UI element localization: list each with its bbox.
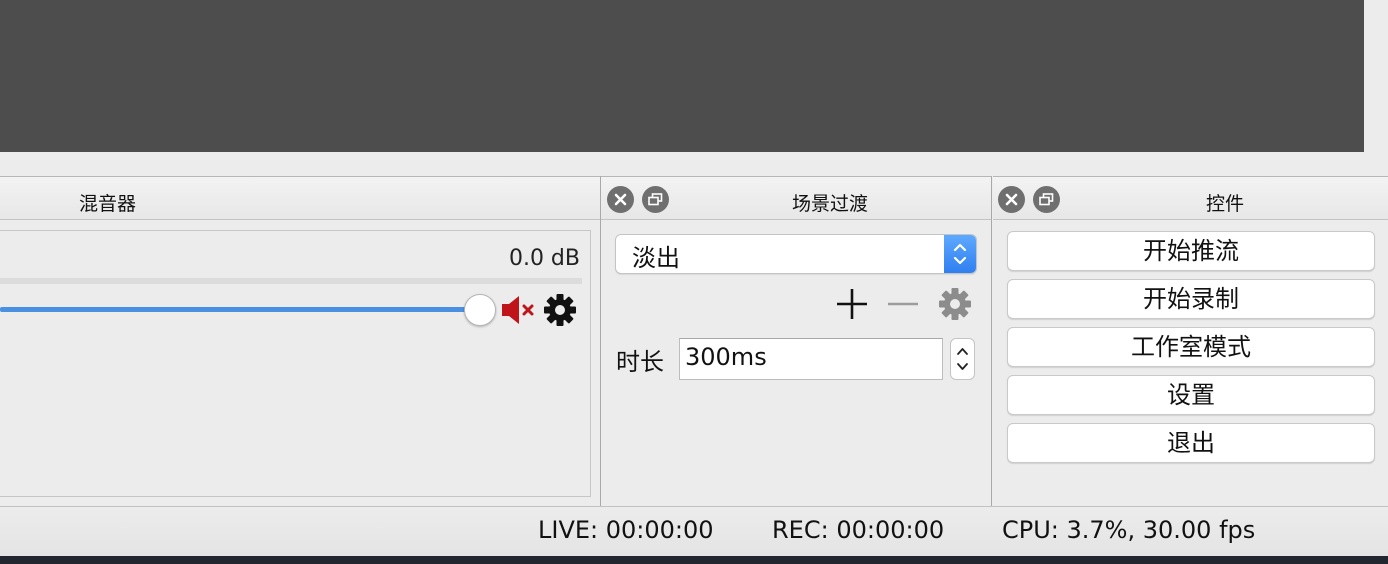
- close-icon[interactable]: [607, 186, 634, 213]
- transition-select-value: 淡出: [632, 244, 680, 272]
- preview-canvas: [0, 0, 1364, 152]
- settings-button[interactable]: 设置: [1007, 375, 1375, 415]
- mixer-dock-header: 混音器: [0, 176, 600, 220]
- volume-slider-track[interactable]: [0, 307, 482, 312]
- volume-db-readout: 0.0 dB: [508, 246, 580, 271]
- dock-divider: [600, 176, 601, 506]
- gear-icon[interactable]: [937, 286, 973, 322]
- start-recording-button[interactable]: 开始录制: [1007, 279, 1375, 319]
- window-bottom-edge: [0, 556, 1388, 564]
- mixer-title: 混音器: [79, 193, 137, 215]
- audio-level-meter: [0, 278, 582, 284]
- preview-margin: [1364, 0, 1388, 176]
- minus-icon[interactable]: [886, 287, 920, 321]
- chevron-updown-icon[interactable]: [944, 235, 976, 273]
- mixer-channel: [0, 230, 591, 497]
- cpu-status: CPU: 3.7%, 30.00 fps: [1002, 516, 1256, 544]
- controls-dock-header: 控件: [993, 176, 1388, 220]
- volume-slider-handle[interactable]: [464, 294, 496, 326]
- float-icon[interactable]: [642, 186, 669, 213]
- transitions-dock-header: 场景过渡: [601, 176, 991, 220]
- duration-label: 时长: [616, 348, 664, 376]
- exit-button[interactable]: 退出: [1007, 423, 1375, 463]
- float-icon[interactable]: [1033, 186, 1060, 213]
- start-streaming-button[interactable]: 开始推流: [1007, 231, 1375, 271]
- dock-divider: [991, 176, 992, 506]
- close-icon[interactable]: [998, 186, 1025, 213]
- plus-icon[interactable]: [835, 287, 869, 321]
- studio-mode-button[interactable]: 工作室模式: [1007, 327, 1375, 367]
- speaker-muted-icon[interactable]: [500, 294, 538, 326]
- rec-status: REC: 00:00:00: [772, 516, 945, 544]
- duration-value: 300ms: [685, 343, 767, 371]
- live-status: LIVE: 00:00:00: [538, 516, 714, 544]
- duration-stepper[interactable]: [950, 338, 975, 380]
- controls-title: 控件: [1206, 193, 1245, 215]
- gear-icon[interactable]: [542, 292, 578, 328]
- transitions-title: 场景过渡: [792, 193, 869, 215]
